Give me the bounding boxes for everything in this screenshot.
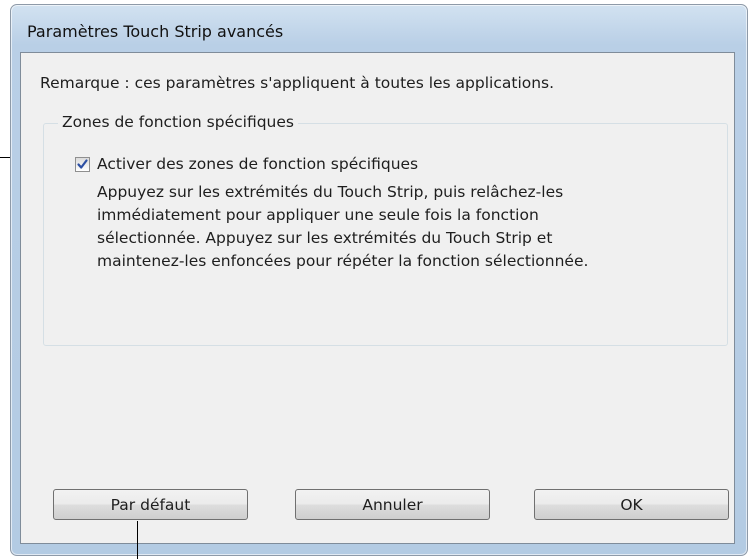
description-text: Appuyez sur les extrémités du Touch Stri…: [97, 181, 697, 273]
description-line: Appuyez sur les extrémités du Touch Stri…: [97, 183, 564, 201]
groupbox-title: Zones de fonction spécifiques: [58, 113, 298, 131]
cancel-button[interactable]: Annuler: [295, 489, 490, 520]
enable-zones-checkbox[interactable]: [75, 156, 90, 172]
dialog-window: Paramètres Touch Strip avancés Remarque …: [10, 4, 748, 556]
description-line: maintenez-les enfoncées pour répéter la …: [97, 252, 589, 270]
description-line: immédiatement pour appliquer une seule f…: [97, 206, 539, 224]
default-button[interactable]: Par défaut: [53, 489, 248, 520]
callout-line-default-button: [137, 521, 138, 559]
note-text: Remarque : ces paramètres s'appliquent à…: [40, 74, 555, 92]
enable-zones-label: Activer des zones de fonction spécifique…: [97, 155, 419, 173]
ok-button[interactable]: OK: [534, 489, 729, 520]
dialog-title: Paramètres Touch Strip avancés: [27, 22, 284, 41]
groupbox-function-zones: Zones de fonction spécifiques Activer de…: [43, 113, 728, 346]
description-line: sélectionnée. Appuyez sur les extrémités…: [97, 229, 553, 247]
title-bar[interactable]: Paramètres Touch Strip avancés: [11, 5, 747, 51]
dialog-client-area: Remarque : ces paramètres s'appliquent à…: [20, 52, 735, 544]
enable-zones-checkbox-row[interactable]: Activer des zones de fonction spécifique…: [75, 154, 418, 174]
checkmark-icon: [77, 158, 88, 169]
